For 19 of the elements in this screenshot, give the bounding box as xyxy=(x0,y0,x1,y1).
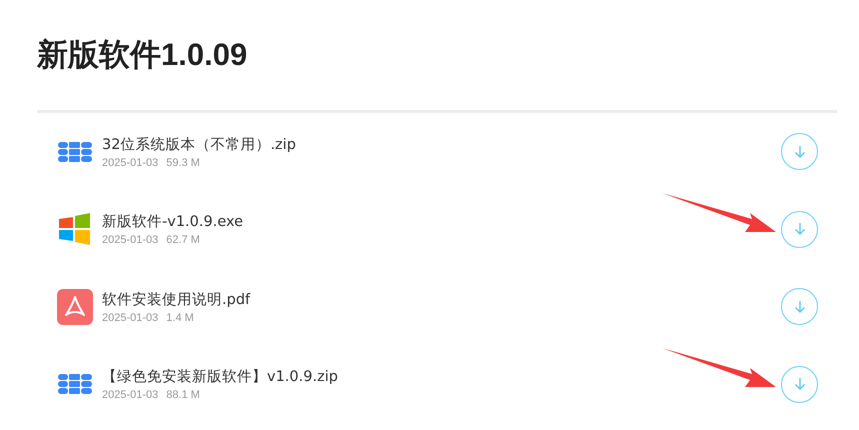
download-button[interactable] xyxy=(781,288,818,326)
windows-icon xyxy=(57,211,93,248)
file-name[interactable]: 软件安装使用说明.pdf xyxy=(102,290,781,309)
file-date: 2025-01-03 xyxy=(102,312,158,324)
file-size: 1.4 M xyxy=(166,312,194,324)
page-title: 新版软件1.0.09 xyxy=(36,36,248,74)
download-button[interactable] xyxy=(781,210,818,248)
pdf-icon xyxy=(57,288,93,325)
file-name[interactable]: 新版软件-v1.0.9.exe xyxy=(102,212,781,232)
download-button[interactable] xyxy=(781,366,818,403)
file-name[interactable]: 【绿色免安装新版软件】v1.0.9.zip xyxy=(102,367,781,386)
download-button[interactable] xyxy=(781,133,818,170)
file-date: 2025-01-03 xyxy=(102,156,158,169)
file-date: 2025-01-03 xyxy=(102,389,158,402)
file-size: 88.1 M xyxy=(166,389,200,402)
file-size: 59.3 M xyxy=(166,156,200,169)
file-size: 62.7 M xyxy=(166,234,200,246)
file-name[interactable]: 32位系统版本（不常用）.zip xyxy=(102,134,781,154)
file-date: 2025-01-03 xyxy=(102,234,158,246)
